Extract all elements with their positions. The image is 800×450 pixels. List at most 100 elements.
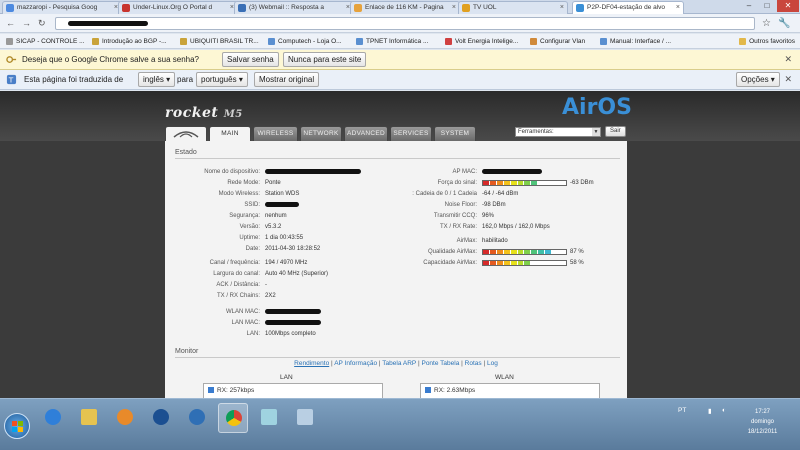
forward-button[interactable]: → xyxy=(22,18,31,28)
airmax-quality-bar xyxy=(482,249,567,255)
link-throughput[interactable]: Rendimento xyxy=(294,360,329,367)
tab-network[interactable]: NETWORK xyxy=(300,126,342,141)
bookmark-item[interactable]: Manual: Interface / ... xyxy=(600,36,671,47)
link-bridge-table[interactable]: Ponte Tabela xyxy=(421,360,459,367)
bar-segment xyxy=(524,250,532,254)
bookmark-label: Computech - Loja O... xyxy=(278,38,342,45)
field-value: nenhum xyxy=(265,213,287,219)
taskbar-app[interactable] xyxy=(182,403,212,433)
bar-segment xyxy=(503,250,511,254)
other-bookmarks[interactable]: Outros favoritos xyxy=(739,36,795,47)
save-password-button[interactable]: Salvar senha xyxy=(222,52,279,67)
taskbar-hp[interactable] xyxy=(146,403,176,433)
bar-segment xyxy=(489,261,497,265)
folder-icon xyxy=(81,409,97,425)
google-favicon-icon xyxy=(6,4,14,12)
taskbar-media-player[interactable] xyxy=(110,403,140,433)
start-button[interactable] xyxy=(4,413,30,439)
network-icon[interactable]: ▮ xyxy=(708,407,712,415)
status-panel: Estado Nome do dispositivo: Rede Mode: P… xyxy=(165,141,627,398)
target-language-select[interactable]: português ▾ xyxy=(196,72,248,87)
close-tab-icon[interactable]: × xyxy=(452,2,456,14)
section-divider xyxy=(175,158,620,159)
link-log[interactable]: Log xyxy=(487,360,498,367)
field-label: AirMax: xyxy=(456,238,477,244)
tab-label: Enlace de 116 KM - Pagina xyxy=(365,4,444,11)
bar-segment xyxy=(489,181,497,185)
bar-segment xyxy=(545,261,553,265)
minimize-button[interactable]: – xyxy=(740,0,758,12)
wrench-icon[interactable]: 🔧 xyxy=(778,17,791,30)
folder-icon xyxy=(92,38,99,45)
language-indicator[interactable]: PT xyxy=(678,407,686,414)
tab-label: mazzaropi - Pesquisa Goog xyxy=(17,4,98,11)
options-button[interactable]: Opções ▾ xyxy=(736,72,780,87)
reload-button[interactable]: ↻ xyxy=(38,18,46,28)
star-icon[interactable]: ☆ xyxy=(760,17,773,30)
bar-segment xyxy=(531,261,539,265)
field-value xyxy=(482,167,542,177)
link-routes[interactable]: Rotas xyxy=(465,360,482,367)
taskbar-notepad[interactable] xyxy=(254,403,284,433)
link-separator: | xyxy=(417,360,420,367)
tab-system[interactable]: SYSTEM xyxy=(434,126,476,141)
bookmark-item[interactable]: UBIQUITI BRASIL TR... xyxy=(180,36,259,47)
tab-services[interactable]: SERVICES xyxy=(390,126,432,141)
tab-advanced[interactable]: ADVANCED xyxy=(344,126,388,141)
close-tab-icon[interactable]: × xyxy=(676,2,680,14)
browser-tab-4[interactable]: TV UOL × xyxy=(458,1,568,14)
windows-taskbar: PT ▮ ◐ 17:27 domingo 18/12/2011 xyxy=(0,398,800,450)
status-row: Largura do canal: Auto 40 MHz (Superior) xyxy=(165,269,395,279)
address-bar[interactable] xyxy=(55,17,755,30)
browser-tab-2[interactable]: (3) Webmail :: Resposta a × xyxy=(234,1,354,14)
source-language-select[interactable]: inglês ▾ xyxy=(138,72,176,87)
maximize-button[interactable]: □ xyxy=(758,0,776,12)
tab-label: TV UOL xyxy=(473,4,497,11)
tab-main[interactable]: MAIN xyxy=(209,126,251,142)
taskbar-chrome[interactable] xyxy=(218,403,248,433)
status-row: Capacidade AirMax: 58 % xyxy=(395,258,625,268)
bookmark-item[interactable]: SICAP - CONTROLE ... xyxy=(6,36,85,47)
close-window-button[interactable]: ✕ xyxy=(777,0,799,12)
field-label: Versão: xyxy=(239,224,260,230)
back-button[interactable]: ← xyxy=(6,18,15,28)
taskbar-explorer[interactable] xyxy=(74,403,104,433)
bookmark-item[interactable]: Volt Energia Intelige... xyxy=(445,36,518,47)
app-icon xyxy=(189,409,205,425)
tools-select[interactable]: Ferramentas: ▼ xyxy=(515,127,601,137)
link-separator: | xyxy=(461,360,463,367)
browser-tab-5[interactable]: P2P-DF04-estação de alvo × xyxy=(572,1,684,14)
never-save-button[interactable]: Nunca para este site xyxy=(283,52,367,67)
browser-tab-3[interactable]: Enlace de 116 KM - Pagina × xyxy=(350,1,460,14)
bar-segment xyxy=(524,181,532,185)
show-original-button[interactable]: Mostrar original xyxy=(254,72,320,87)
monitor-links: Rendimento | AP Informação | Tabela ARP … xyxy=(165,360,627,367)
close-icon[interactable]: ✕ xyxy=(784,54,792,65)
logout-button[interactable]: Sair xyxy=(605,126,626,137)
airos-header: rocket M5 AirOS MAIN WIRELESS NETWORK AD… xyxy=(0,91,800,142)
bookmark-label: Configurar Vlan xyxy=(540,38,586,45)
volume-icon[interactable]: ◐ xyxy=(722,407,726,414)
browser-tab-0[interactable]: mazzaropi - Pesquisa Goog × xyxy=(2,1,122,14)
clock-day: domingo xyxy=(750,419,774,425)
tab-wireless[interactable]: WIRELESS xyxy=(253,126,298,141)
redacted-url xyxy=(68,20,148,26)
close-icon[interactable]: ✕ xyxy=(784,74,792,85)
airos-favicon-icon xyxy=(576,4,584,12)
bookmark-item[interactable]: TPNET Informática ... xyxy=(356,36,428,47)
lan-graph: RX: 257kbps xyxy=(203,383,383,398)
bookmark-item[interactable]: Configurar Vlan xyxy=(530,36,585,47)
bar-segment xyxy=(510,261,518,265)
link-arp-table[interactable]: Tabela ARP xyxy=(382,360,416,367)
taskbar-tools[interactable] xyxy=(290,403,320,433)
taskbar-internet-explorer[interactable] xyxy=(38,403,68,433)
close-tab-icon[interactable]: × xyxy=(560,2,564,14)
link-ap-info[interactable]: AP Informação xyxy=(334,360,377,367)
browser-tab-1[interactable]: Under-Linux.Org O Portal d × xyxy=(118,1,238,14)
bookmark-item[interactable]: Computech - Loja O... xyxy=(268,36,342,47)
taskbar-clock[interactable]: 17:27 domingo 18/12/2011 xyxy=(735,407,790,437)
folder-icon xyxy=(180,38,187,45)
ubiquiti-logo-tab[interactable] xyxy=(165,126,207,141)
bookmark-item[interactable]: Introdução ao BGP -... xyxy=(92,36,167,47)
bookmark-icon xyxy=(6,38,13,45)
